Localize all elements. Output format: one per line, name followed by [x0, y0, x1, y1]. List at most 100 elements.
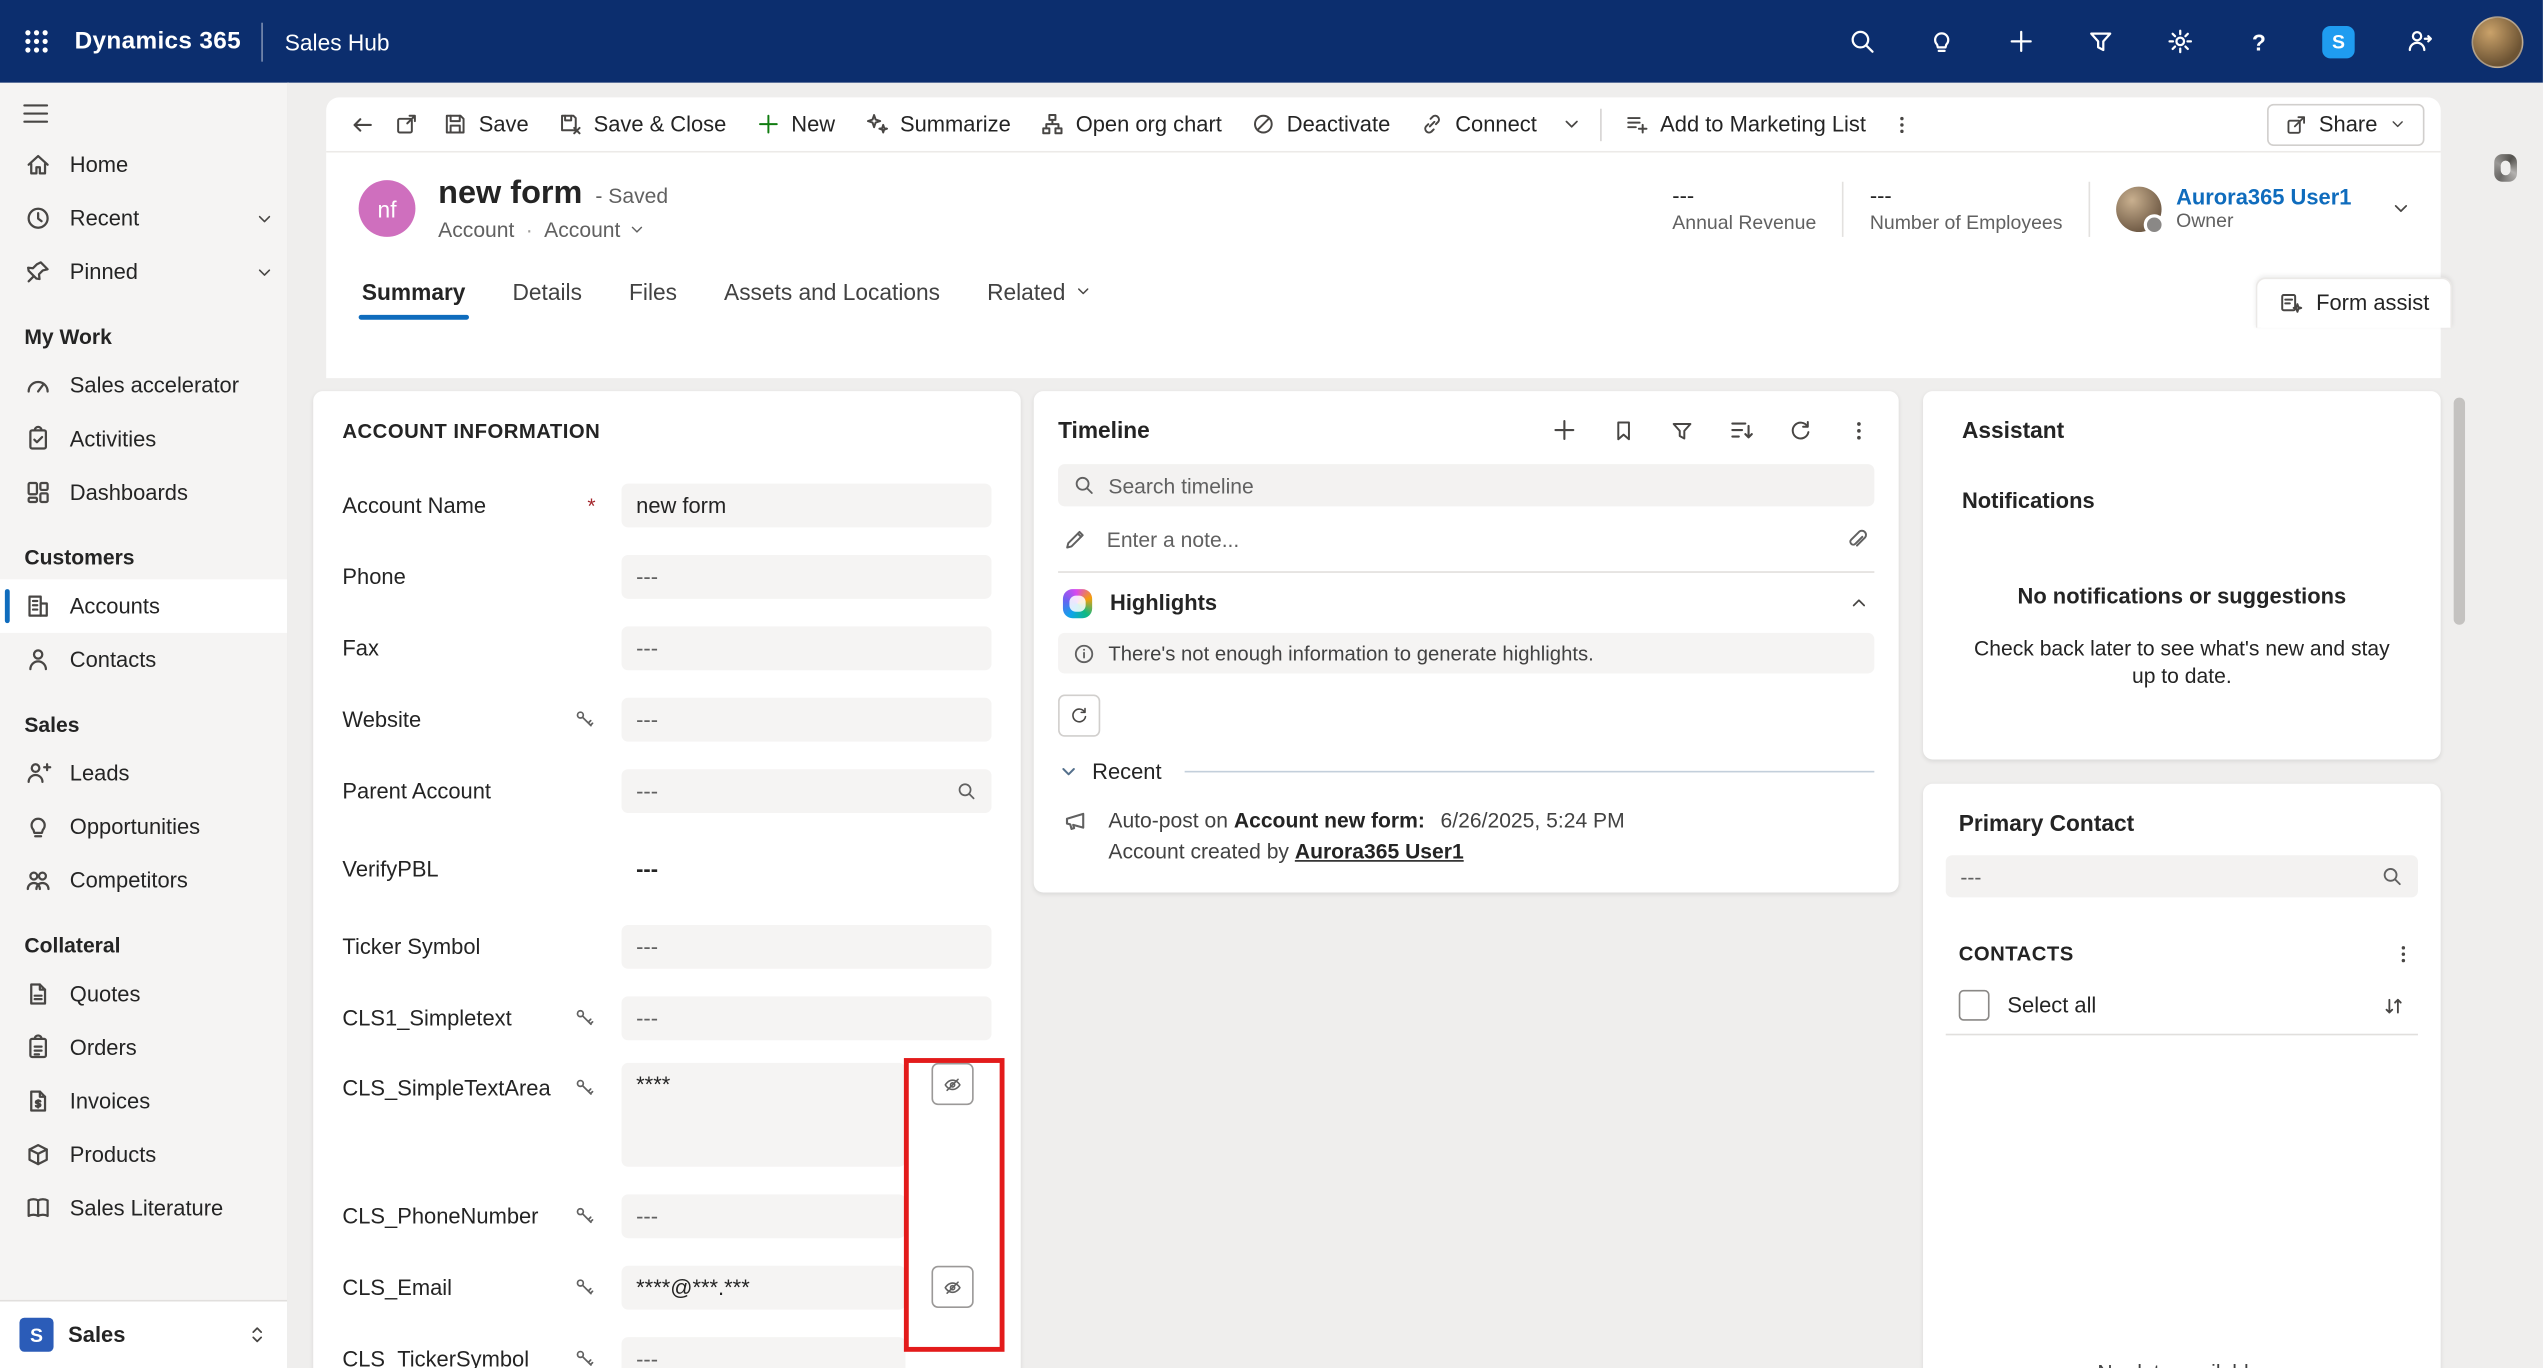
lookup-search-icon[interactable]	[956, 780, 977, 801]
hamburger-menu-icon[interactable]	[23, 102, 288, 125]
profile-avatar[interactable]	[2468, 12, 2526, 70]
sidebar-item-contacts[interactable]: Contacts	[0, 633, 287, 687]
skype-icon[interactable]: S	[2309, 12, 2367, 70]
new-button[interactable]: New	[741, 101, 850, 146]
cls1-simpletext-input[interactable]: ---	[622, 996, 992, 1040]
tab-related[interactable]: Related	[977, 265, 1101, 322]
timeline-filter-icon[interactable]	[1667, 415, 1698, 446]
cls-email-input[interactable]: ****@***.***	[622, 1265, 906, 1309]
account-name-input[interactable]: new form	[622, 483, 992, 527]
fax-input[interactable]: ---	[622, 626, 992, 670]
paperclip-icon[interactable]	[1845, 527, 1869, 551]
sidebar-item-invoices[interactable]: Invoices	[0, 1074, 287, 1128]
app-name[interactable]: Sales Hub	[285, 28, 390, 54]
field-label: Phone	[342, 564, 405, 588]
filter-icon[interactable]	[2071, 12, 2129, 70]
sidebar-item-products[interactable]: Products	[0, 1128, 287, 1182]
primary-contact-lookup[interactable]: ---	[1946, 855, 2418, 897]
phone-input[interactable]: ---	[622, 554, 992, 598]
note-input[interactable]: Enter a note...	[1107, 527, 1826, 551]
area-switcher[interactable]: S Sales	[0, 1300, 287, 1368]
save-button[interactable]: Save	[428, 101, 543, 146]
timeline-bookmark-icon[interactable]	[1608, 415, 1639, 446]
save-and-close-button[interactable]: Save & Close	[543, 101, 741, 146]
chevron-down-icon[interactable]	[255, 262, 274, 281]
sidebar-item-quotes[interactable]: Quotes	[0, 967, 287, 1021]
post-user-link[interactable]: Aurora365 User1	[1295, 839, 1464, 863]
timeline-search-input[interactable]: Search timeline	[1058, 464, 1874, 506]
highlights-refresh-button[interactable]	[1058, 695, 1100, 737]
recent-section-header[interactable]: Recent	[1058, 759, 1874, 783]
timeline-post[interactable]: Auto-post on Account new form: 6/26/2025…	[1058, 805, 1874, 867]
user-account-icon[interactable]	[2389, 12, 2447, 70]
tab-details[interactable]: Details	[503, 265, 592, 322]
sidebar-item-pinned[interactable]: Pinned	[0, 245, 287, 299]
timeline-add-icon[interactable]	[1548, 414, 1580, 446]
collapse-header-chevron-icon[interactable]	[2390, 198, 2411, 219]
share-button[interactable]: Share	[2267, 103, 2424, 145]
sidebar-item-activities[interactable]: Activities	[0, 412, 287, 466]
annual-revenue-stat[interactable]: --- Annual Revenue	[1672, 183, 1816, 233]
sort-arrows-icon[interactable]	[2382, 994, 2405, 1017]
cls-phonenumber-input[interactable]: ---	[622, 1194, 906, 1238]
app-brand[interactable]: Dynamics 365	[75, 28, 241, 56]
form-assist-button[interactable]: Form assist	[2256, 277, 2452, 327]
sidebar-item-sales-accelerator[interactable]: Sales accelerator	[0, 359, 287, 413]
timeline-more-ellipsis-icon[interactable]	[1844, 415, 1875, 446]
connect-button[interactable]: Connect	[1405, 101, 1552, 146]
chevron-up-icon[interactable]	[1848, 592, 1869, 613]
tab-files[interactable]: Files	[619, 265, 686, 322]
summarize-button[interactable]: Summarize	[850, 101, 1026, 146]
back-button[interactable]	[339, 101, 384, 146]
employees-stat[interactable]: --- Number of Employees	[1870, 183, 2063, 233]
parent-account-lookup[interactable]: ---	[622, 768, 992, 812]
tab-assets-and-locations[interactable]: Assets and Locations	[714, 265, 949, 322]
contacts-more-ellipsis-icon[interactable]	[2389, 940, 2418, 969]
lookup-search-icon[interactable]	[2381, 865, 2404, 888]
open-org-chart-button[interactable]: Open org chart	[1025, 101, 1236, 146]
reveal-email-button[interactable]	[931, 1266, 973, 1308]
cls-tickersymbol-input[interactable]: ---	[622, 1336, 906, 1368]
sidebar-item-sales-literature[interactable]: Sales Literature	[0, 1181, 287, 1235]
add-to-marketing-list-button[interactable]: Add to Marketing List	[1610, 101, 1881, 146]
field-row-parent-account: Parent Account ---	[342, 755, 991, 826]
open-in-new-window-icon[interactable]	[385, 101, 429, 146]
sidebar-item-label: Orders	[70, 1035, 137, 1059]
owner-name-link[interactable]: Aurora365 User1	[2176, 185, 2351, 209]
sidebar-item-opportunities[interactable]: Opportunities	[0, 800, 287, 854]
ticker-symbol-input[interactable]: ---	[622, 924, 992, 968]
deactivate-button[interactable]: Deactivate	[1236, 101, 1404, 146]
reveal-simpletextarea-button[interactable]	[931, 1063, 973, 1105]
sidebar-item-competitors[interactable]: Competitors	[0, 854, 287, 908]
command-overflow-chevron-icon[interactable]	[1551, 101, 1592, 146]
search-icon[interactable]	[1832, 12, 1890, 70]
cls-simpletextarea-input[interactable]: ****	[622, 1063, 906, 1167]
timeline-refresh-icon[interactable]	[1785, 415, 1816, 446]
vertical-scrollbar[interactable]	[2454, 398, 2465, 625]
post-subject: Account new form:	[1234, 808, 1425, 832]
sidebar-item-accounts[interactable]: Accounts	[0, 579, 287, 633]
owner-field[interactable]: Aurora365 User1 Owner	[2116, 185, 2351, 232]
timeline-sort-icon[interactable]	[1725, 414, 1757, 446]
sidebar-item-recent[interactable]: Recent	[0, 191, 287, 245]
settings-gear-icon[interactable]	[2150, 12, 2208, 70]
lightbulb-icon[interactable]	[1912, 12, 1970, 70]
field-row-ticker-symbol: Ticker Symbol ---	[342, 910, 991, 981]
field-value: ---	[636, 1005, 658, 1029]
highlights-row[interactable]: Highlights	[1058, 573, 1874, 633]
sidebar-item-home[interactable]: Home	[0, 138, 287, 192]
waffle-menu-icon[interactable]	[6, 12, 64, 70]
select-all-checkbox[interactable]	[1959, 990, 1990, 1021]
more-commands-ellipsis-icon[interactable]	[1881, 101, 1923, 146]
form-selector[interactable]: Account	[544, 217, 646, 241]
quick-create-plus-icon[interactable]	[1991, 12, 2049, 70]
sidebar-item-leads[interactable]: Leads	[0, 746, 287, 800]
chevron-down-icon[interactable]	[255, 209, 274, 228]
help-icon[interactable]: ?	[2230, 12, 2288, 70]
sidebar-item-dashboards[interactable]: Dashboards	[0, 466, 287, 520]
chevron-down-icon	[1074, 282, 1092, 300]
website-input[interactable]: ---	[622, 697, 992, 741]
sidebar-item-orders[interactable]: Orders	[0, 1021, 287, 1075]
copilot-pane-icon[interactable]	[2485, 146, 2527, 188]
tab-summary[interactable]: Summary	[352, 265, 475, 322]
